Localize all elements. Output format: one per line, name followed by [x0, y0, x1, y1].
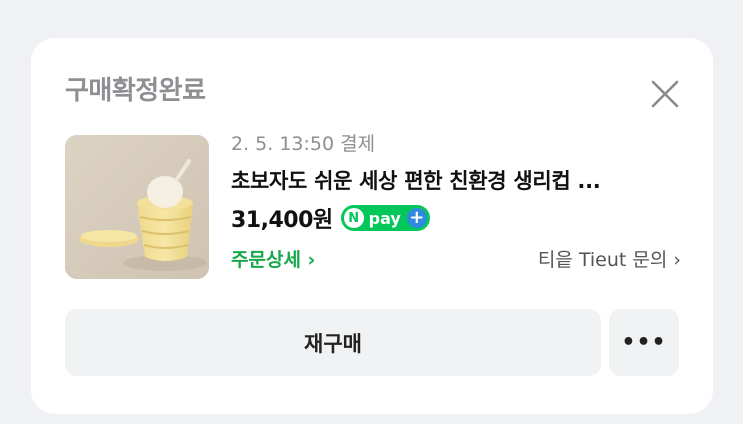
npay-n-icon: N	[343, 208, 364, 228]
npay-plus-icon: +	[406, 208, 427, 228]
more-options-button[interactable]: •••	[609, 309, 679, 376]
close-icon	[651, 80, 679, 108]
order-status-label: 구매확정완료	[65, 76, 206, 106]
product-price: 31,400원	[231, 208, 333, 233]
product-thumbnail[interactable]	[65, 135, 209, 279]
npay-label: pay	[368, 208, 401, 228]
menstrual-cup-product-image	[65, 135, 209, 279]
order-detail-link[interactable]: 주문상세 ›	[231, 245, 315, 272]
payment-datetime: 2. 5. 13:50 결제	[231, 133, 376, 155]
product-title[interactable]: 초보자도 쉬운 세상 편한 친환경 생리컵 ...	[231, 166, 681, 196]
rebuy-button[interactable]: 재구매	[65, 309, 601, 376]
order-info: 2. 5. 13:50 결제 초보자도 쉬운 세상 편한 친환경 생리컵 ...…	[231, 130, 681, 272]
link-row: 주문상세 › 티읕 Tieut 문의 ›	[231, 244, 681, 272]
npay-plus-badge: N pay +	[340, 205, 430, 231]
seller-inquiry-link[interactable]: 티읕 Tieut 문의 ›	[538, 245, 681, 272]
price-row: 31,400원 N pay +	[231, 202, 681, 234]
order-card: 구매확정완료 2. 5. 13:50 결제 초보자도 쉬운 세상 편한 친환경 …	[31, 38, 713, 414]
close-button[interactable]	[645, 74, 685, 114]
